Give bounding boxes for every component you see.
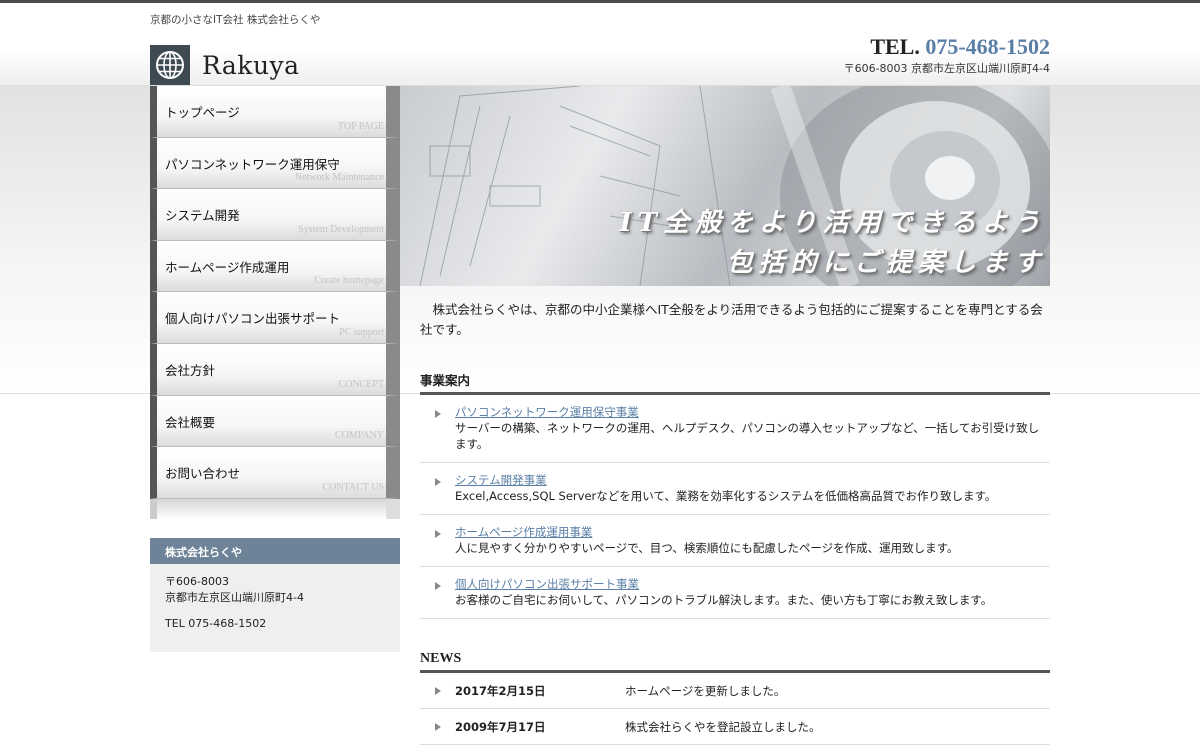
main-content: 株式会社らくやは、京都の中小企業様へIT全般をより活用できるよう包括的にご提案す… [420,300,1050,745]
triangle-bullet-icon [435,410,441,418]
nav-item-sublabel: Create homepage [314,275,384,287]
nav-item-label: 会社方針 [165,362,216,378]
sidebar-company-info: 株式会社らくや 〒606-8003 京都市左京区山端川原町4-4 TEL 075… [150,538,400,652]
service-description: お客様のご自宅にお伺いして、パソコンのトラブル解決します。また、使い方も丁寧にお… [455,593,993,607]
service-item: 個人向けパソコン出張サポート事業 お客様のご自宅にお伺いして、パソコンのトラブル… [420,567,1050,619]
sidebar-postal: 〒606-8003 [165,575,229,588]
news-date: 2017年2月15日 [455,684,546,698]
service-link[interactable]: システム開発事業 [455,473,1050,488]
service-item: ホームページ作成運用事業 人に見やすく分かりやすいページで、目つ、検索順位にも配… [420,515,1050,567]
nav-item-pc-support[interactable]: 個人向けパソコン出張サポート PC support [150,292,400,344]
site-tagline: 京都の小さなIT会社 株式会社らくや [150,14,321,26]
nav-item-label: トップページ [165,105,240,120]
sidebar-address: 京都市左京区山端川原町4-4 [165,591,304,604]
service-description: 人に見やすく分かりやすいページで、目つ、検索順位にも配慮したページを作成、運用致… [455,541,959,555]
intro-text: 株式会社らくやは、京都の中小企業様へIT全般をより活用できるよう包括的にご提案す… [420,302,1043,337]
nav-item-network[interactable]: パソコンネットワーク運用保守 Network Maintenance [150,137,400,190]
global-nav: トップページ TOP PAGE パソコンネットワーク運用保守 Network M… [150,86,400,519]
globe-icon [150,45,190,85]
site-logo[interactable]: Rakuya [150,44,300,86]
triangle-bullet-icon [435,530,441,538]
triangle-bullet-icon [435,582,441,590]
nav-item-label: 会社概要 [165,414,216,430]
service-link[interactable]: 個人向けパソコン出張サポート事業 [455,577,1050,592]
services-heading: 事業案内 [420,370,1050,395]
triangle-bullet-icon [435,687,441,695]
nav-item-sublabel: CONCEPT [338,378,384,390]
news-heading: NEWS [420,651,1050,673]
nav-item-sublabel: Network Maintenance [294,172,384,184]
nav-shadow [150,498,400,519]
sidebar-title: 株式会社らくや [150,538,400,564]
hero-image: IT全般をより活用できるよう 包括的にご提案します [400,86,1050,286]
page-wrapper: 京都の小さなIT会社 株式会社らくや Rakuya TEL. 075-468-1… [150,0,1050,750]
hero-copy-line1: IT全般をより活用できるよう [619,208,1046,238]
nav-item-label: お問い合わせ [165,466,241,482]
nav-item-sublabel: System Development [298,223,384,235]
nav-item-contact[interactable]: お問い合わせ CONTACT US [150,447,400,499]
sidebar-body: 〒606-8003 京都市左京区山端川原町4-4 TEL 075-468-150… [150,564,400,642]
nav-item-sublabel: PC support [339,326,384,338]
hero-copy-line2: 包括的にご提案します [726,248,1046,278]
header-tel: TEL. 075-468-1502 [844,34,1050,60]
service-description: Excel,Access,SQL Serverなどを用いて、業務を効率化するシス… [455,489,997,503]
news-row: 2017年2月15日 ホームページを更新しました。 [420,673,1050,709]
service-item: パソコンネットワーク運用保守事業 サーバーの構築、ネットワークの運用、ヘルプデス… [420,395,1050,463]
nav-item-label: パソコンネットワーク運用保守 [165,156,340,172]
nav-item-system[interactable]: システム開発 System Development [150,189,400,241]
tel-prefix: TEL. [870,34,920,59]
tel-number: 075-468-1502 [925,34,1050,59]
header-address: 〒606-8003 京都市左京区山端川原町4-4 [843,62,1050,75]
nav-item-concept[interactable]: 会社方針 CONCEPT [150,343,400,396]
news-text: 株式会社らくやを登記設立しました。 [625,720,821,734]
sidebar-tel: TEL 075-468-1502 [165,617,267,630]
nav-item-label: ホームページ作成運用 [165,259,290,275]
nav-item-homepage[interactable]: ホームページ作成運用 Create homepage [150,240,400,293]
service-description: サーバーの構築、ネットワークの運用、ヘルプデスク、パソコンの導入セットアップなど… [455,421,1040,451]
nav-item-top[interactable]: トップページ TOP PAGE [150,86,400,138]
nav-item-sublabel: CONTACT US [322,481,384,493]
news-text: ホームページを更新しました。 [625,684,786,698]
nav-item-label: システム開発 [165,208,240,224]
header-contact: TEL. 075-468-1502 〒606-8003 京都市左京区山端川原町4… [844,34,1050,76]
nav-item-label: 個人向けパソコン出張サポート [165,311,341,327]
news-row: 2009年7月17日 株式会社らくやを登記設立しました。 [420,709,1050,745]
news-date: 2009年7月17日 [455,720,546,734]
nav-item-sublabel: TOP PAGE [337,120,384,132]
service-link[interactable]: ホームページ作成運用事業 [455,525,1050,540]
logo-text: Rakuya [202,50,300,80]
nav-item-sublabel: COMPANY [334,430,384,442]
triangle-bullet-icon [435,478,441,486]
service-link[interactable]: パソコンネットワーク運用保守事業 [455,405,1050,420]
service-item: システム開発事業 Excel,Access,SQL Serverなどを用いて、業… [420,463,1050,515]
nav-item-company[interactable]: 会社概要 COMPANY [150,395,400,448]
triangle-bullet-icon [435,723,441,731]
